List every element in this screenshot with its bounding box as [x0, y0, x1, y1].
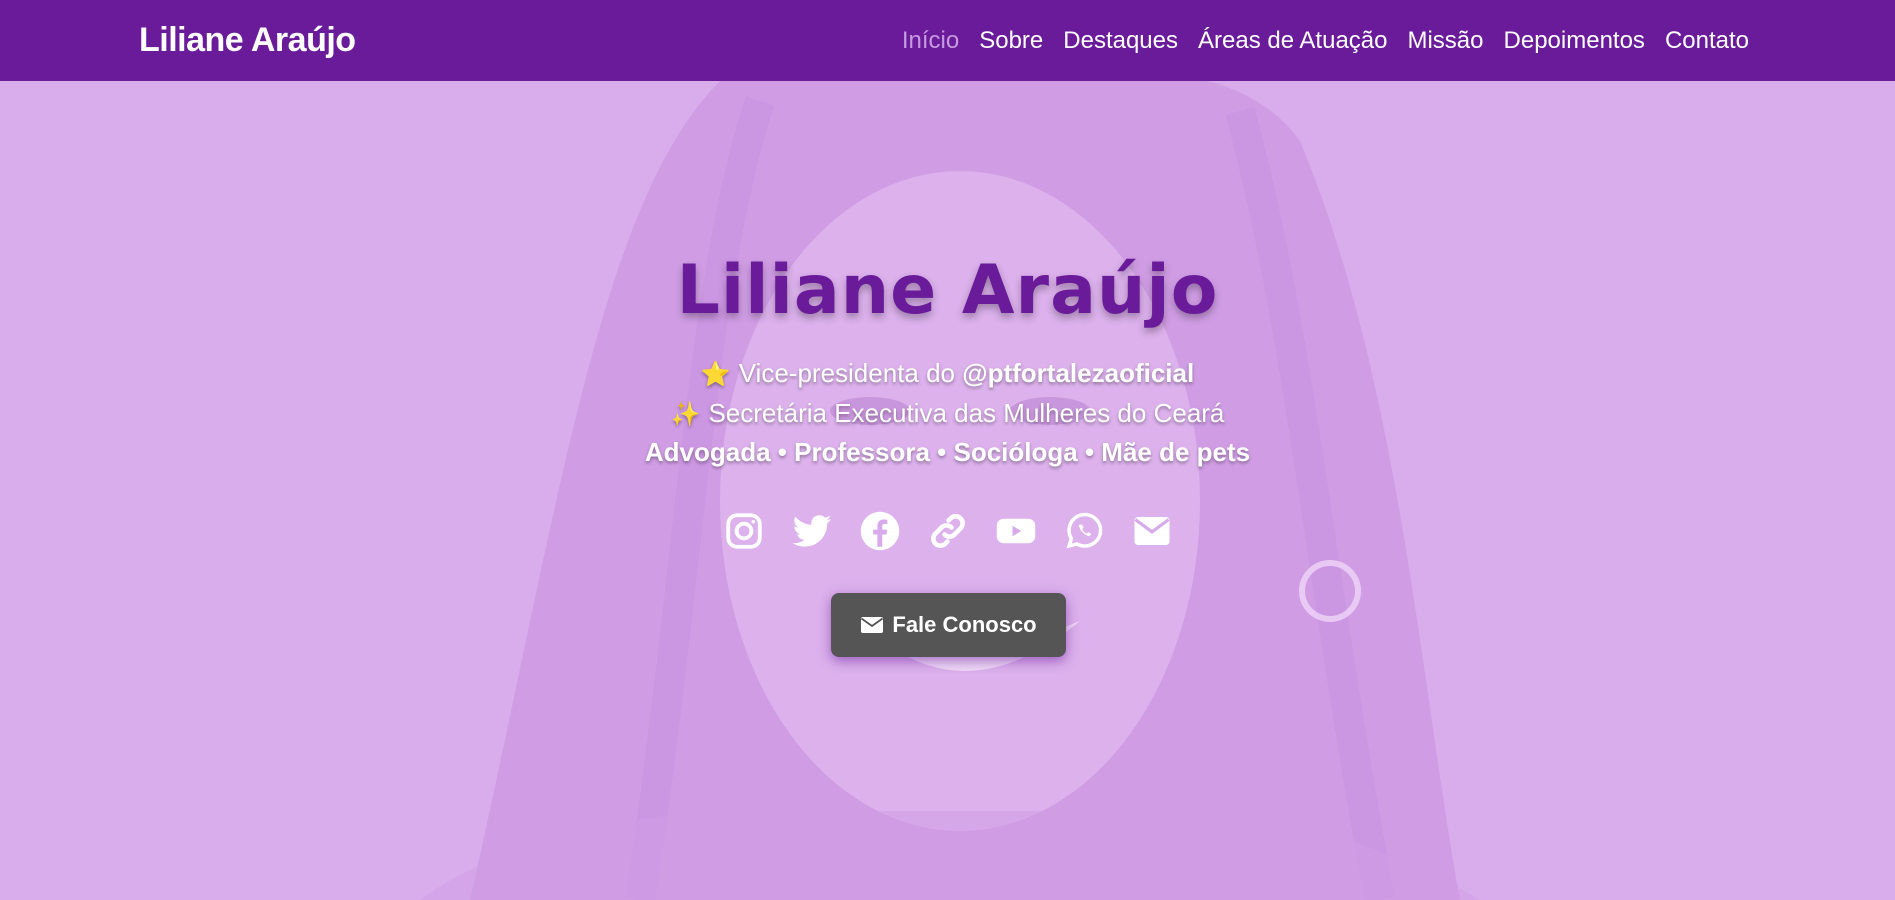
nav-link-inicio[interactable]: Início	[902, 27, 959, 54]
hero-role-line: ⭐ Vice-presidenta do @ptfortalezaoficial	[0, 358, 1895, 389]
brand-logo[interactable]: Liliane Araújo	[139, 21, 356, 60]
star-icon: ⭐	[700, 361, 731, 388]
role-text: Vice-presidenta do	[738, 358, 956, 388]
nav-link-areas-de-atuacao[interactable]: Áreas de Atuação	[1198, 27, 1387, 54]
sparkles-icon: ✨	[670, 401, 701, 428]
nav-links: Início Sobre Destaques Áreas de Atuação …	[902, 27, 1749, 55]
hero-content: Liliane Araújo ⭐ Vice-presidenta do @ptfo…	[0, 81, 1895, 900]
hero-title: Liliane Araújo	[676, 251, 1219, 330]
envelope-icon	[861, 617, 884, 633]
position-text: Secretária Executiva das Mulheres do Cea…	[708, 398, 1225, 428]
nav-link-sobre[interactable]: Sobre	[979, 27, 1043, 54]
hero-professions-line: Advogada • Professora • Socióloga • Mãe …	[644, 437, 1251, 467]
nav-link-depoimentos[interactable]: Depoimentos	[1504, 27, 1645, 54]
party-handle: @ptfortalezaoficial	[962, 358, 1195, 388]
nav-link-destaques[interactable]: Destaques	[1063, 27, 1178, 54]
nav-link-missao[interactable]: Missão	[1407, 27, 1483, 54]
twitter-icon[interactable]	[790, 509, 834, 553]
youtube-icon[interactable]	[994, 509, 1038, 553]
envelope-icon[interactable]	[1130, 509, 1174, 553]
link-icon[interactable]	[926, 509, 970, 553]
cta-label: Fale Conosco	[892, 612, 1037, 637]
hero-position-line: ✨ Secretária Executiva das Mulheres do Ce…	[0, 398, 1895, 429]
nav-link-contato[interactable]: Contato	[1665, 27, 1749, 54]
facebook-icon[interactable]	[858, 509, 902, 553]
whatsapp-icon[interactable]	[1062, 509, 1106, 553]
social-links	[0, 509, 1895, 553]
instagram-icon[interactable]	[722, 509, 766, 553]
fale-conosco-button[interactable]: Fale Conosco	[831, 593, 1066, 657]
navbar: Liliane Araújo Início Sobre Destaques Ár…	[0, 0, 1895, 81]
hero-section: Liliane Araújo ⭐ Vice-presidenta do @ptfo…	[0, 81, 1895, 900]
